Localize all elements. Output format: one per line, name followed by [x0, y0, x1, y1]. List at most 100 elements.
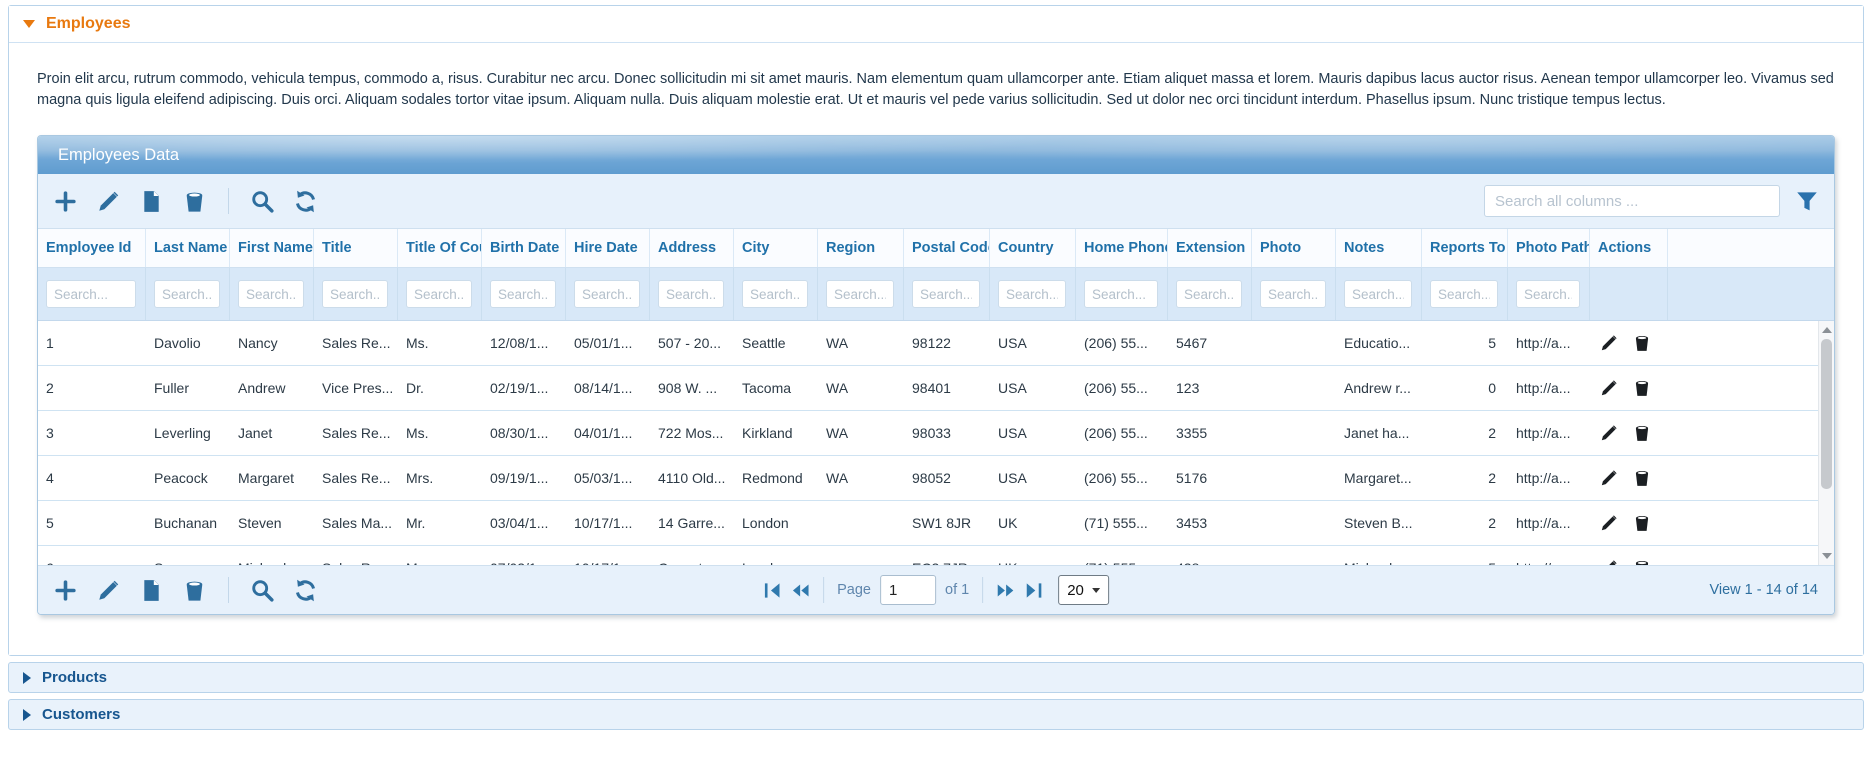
- filter-input-photo_path[interactable]: [1516, 280, 1580, 308]
- column-header-title[interactable]: Title: [314, 229, 398, 267]
- edit-record-button[interactable]: [97, 579, 120, 602]
- row-delete-button[interactable]: [1633, 334, 1651, 352]
- copy-record-button[interactable]: [140, 579, 163, 602]
- pager-controls: Page of 1 20: [763, 575, 1109, 605]
- accordion-header-products[interactable]: Products: [8, 662, 1864, 693]
- column-header-address[interactable]: Address: [650, 229, 734, 267]
- row-edit-button[interactable]: [1600, 469, 1618, 487]
- filter-input-hire_date[interactable]: [574, 280, 640, 308]
- row-delete-button[interactable]: [1633, 379, 1651, 397]
- column-header-first_name[interactable]: First Name: [230, 229, 314, 267]
- cell-country: USA: [990, 335, 1076, 351]
- filter-input-photo[interactable]: [1260, 280, 1326, 308]
- accordion-header-employees[interactable]: Employees: [9, 6, 1863, 43]
- search-all-input[interactable]: [1484, 185, 1780, 217]
- search-records-button[interactable]: [251, 579, 274, 602]
- filter-input-title[interactable]: [322, 280, 388, 308]
- column-header-extension[interactable]: Extension: [1168, 229, 1252, 267]
- cell-employee_id: 3: [38, 425, 146, 441]
- caret-down-icon: [1092, 588, 1100, 593]
- scroll-up-icon[interactable]: [1822, 327, 1832, 333]
- row-delete-button[interactable]: [1633, 514, 1651, 532]
- filter-icon[interactable]: [1796, 190, 1818, 212]
- column-header-notes[interactable]: Notes: [1336, 229, 1422, 267]
- rows-per-page-select[interactable]: 20: [1058, 575, 1109, 605]
- column-header-country[interactable]: Country: [990, 229, 1076, 267]
- filter-input-city[interactable]: [742, 280, 808, 308]
- column-header-reports_to[interactable]: Reports To: [1422, 229, 1508, 267]
- first-page-button[interactable]: [763, 581, 782, 600]
- grid-toolbar-top: [38, 174, 1834, 229]
- edit-record-button[interactable]: [97, 190, 120, 213]
- filter-input-postal_code[interactable]: [912, 280, 980, 308]
- refresh-grid-button[interactable]: [294, 579, 317, 602]
- filter-input-employee_id[interactable]: [46, 280, 136, 308]
- cell-photo_path: http://a...: [1508, 335, 1590, 351]
- filter-input-home_phone[interactable]: [1084, 280, 1158, 308]
- filter-input-reports_to[interactable]: [1430, 280, 1498, 308]
- grid-header-row: Employee IdLast NameFirst NameTitleTitle…: [38, 229, 1834, 268]
- column-header-last_name[interactable]: Last Name: [146, 229, 230, 267]
- row-edit-button[interactable]: [1600, 424, 1618, 442]
- cell-address: 908 W. ...: [650, 380, 734, 396]
- column-header-city[interactable]: City: [734, 229, 818, 267]
- table-row-3[interactable]: 3LeverlingJanetSales Re...Ms.08/30/1...0…: [38, 411, 1834, 456]
- filter-input-country[interactable]: [998, 280, 1066, 308]
- scroll-down-icon[interactable]: [1822, 553, 1832, 559]
- row-delete-button[interactable]: [1633, 469, 1651, 487]
- filter-input-extension[interactable]: [1176, 280, 1242, 308]
- cell-city: Tacoma: [734, 380, 818, 396]
- cell-last_name: Leverling: [146, 425, 230, 441]
- cell-actions: [1590, 469, 1668, 487]
- table-row-5[interactable]: 5BuchananStevenSales Ma...Mr.03/04/1...1…: [38, 501, 1834, 546]
- last-page-button[interactable]: [1024, 581, 1043, 600]
- toolbar-separator: [228, 577, 229, 603]
- row-edit-button[interactable]: [1600, 379, 1618, 397]
- delete-record-button[interactable]: [183, 579, 206, 602]
- row-edit-button[interactable]: [1600, 334, 1618, 352]
- filter-input-first_name[interactable]: [238, 280, 304, 308]
- cell-first_name: Nancy: [230, 335, 314, 351]
- table-row-1[interactable]: 1DavolioNancySales Re...Ms.12/08/1...05/…: [38, 321, 1834, 366]
- add-record-button[interactable]: [54, 579, 77, 602]
- delete-record-button[interactable]: [183, 190, 206, 213]
- filter-input-address[interactable]: [658, 280, 724, 308]
- column-header-actions[interactable]: Actions: [1590, 229, 1668, 267]
- refresh-grid-button[interactable]: [294, 190, 317, 213]
- column-header-employee_id[interactable]: Employee Id: [38, 229, 146, 267]
- vertical-scrollbar[interactable]: [1818, 321, 1834, 565]
- row-edit-button[interactable]: [1600, 514, 1618, 532]
- filter-cell-actions: [1590, 268, 1668, 320]
- filter-cell-home_phone: [1076, 268, 1168, 320]
- cell-birth_date: 03/04/1...: [482, 515, 566, 531]
- column-header-photo_path[interactable]: Photo Path: [1508, 229, 1590, 267]
- cell-hire_date: 05/01/1...: [566, 335, 650, 351]
- filter-input-notes[interactable]: [1344, 280, 1412, 308]
- column-header-postal_code[interactable]: Postal Code: [904, 229, 990, 267]
- cell-first_name: Steven: [230, 515, 314, 531]
- column-header-photo[interactable]: Photo: [1252, 229, 1336, 267]
- cell-title: Sales Re...: [314, 335, 398, 351]
- filter-input-last_name[interactable]: [154, 280, 220, 308]
- add-record-button[interactable]: [54, 190, 77, 213]
- row-delete-button[interactable]: [1633, 424, 1651, 442]
- table-row-6[interactable]: 6SuyamaMichaelSales Re...Mr.07/02/1...10…: [38, 546, 1834, 565]
- cell-hire_date: 08/14/1...: [566, 380, 650, 396]
- column-header-title_of_courtesy[interactable]: Title Of Courtesy: [398, 229, 482, 267]
- table-row-4[interactable]: 4PeacockMargaretSales Re...Mrs.09/19/1..…: [38, 456, 1834, 501]
- next-page-button[interactable]: [996, 581, 1015, 600]
- filter-input-region[interactable]: [826, 280, 894, 308]
- filter-input-title_of_courtesy[interactable]: [406, 280, 472, 308]
- column-header-region[interactable]: Region: [818, 229, 904, 267]
- accordion-header-customers[interactable]: Customers: [8, 699, 1864, 730]
- search-records-button[interactable]: [251, 190, 274, 213]
- column-header-birth_date[interactable]: Birth Date: [482, 229, 566, 267]
- column-header-hire_date[interactable]: Hire Date: [566, 229, 650, 267]
- scrollbar-thumb[interactable]: [1821, 339, 1832, 489]
- prev-page-button[interactable]: [791, 581, 810, 600]
- table-row-2[interactable]: 2FullerAndrewVice Pres...Dr.02/19/1...08…: [38, 366, 1834, 411]
- copy-record-button[interactable]: [140, 190, 163, 213]
- column-header-home_phone[interactable]: Home Phone: [1076, 229, 1168, 267]
- filter-input-birth_date[interactable]: [490, 280, 556, 308]
- page-number-input[interactable]: [880, 575, 936, 605]
